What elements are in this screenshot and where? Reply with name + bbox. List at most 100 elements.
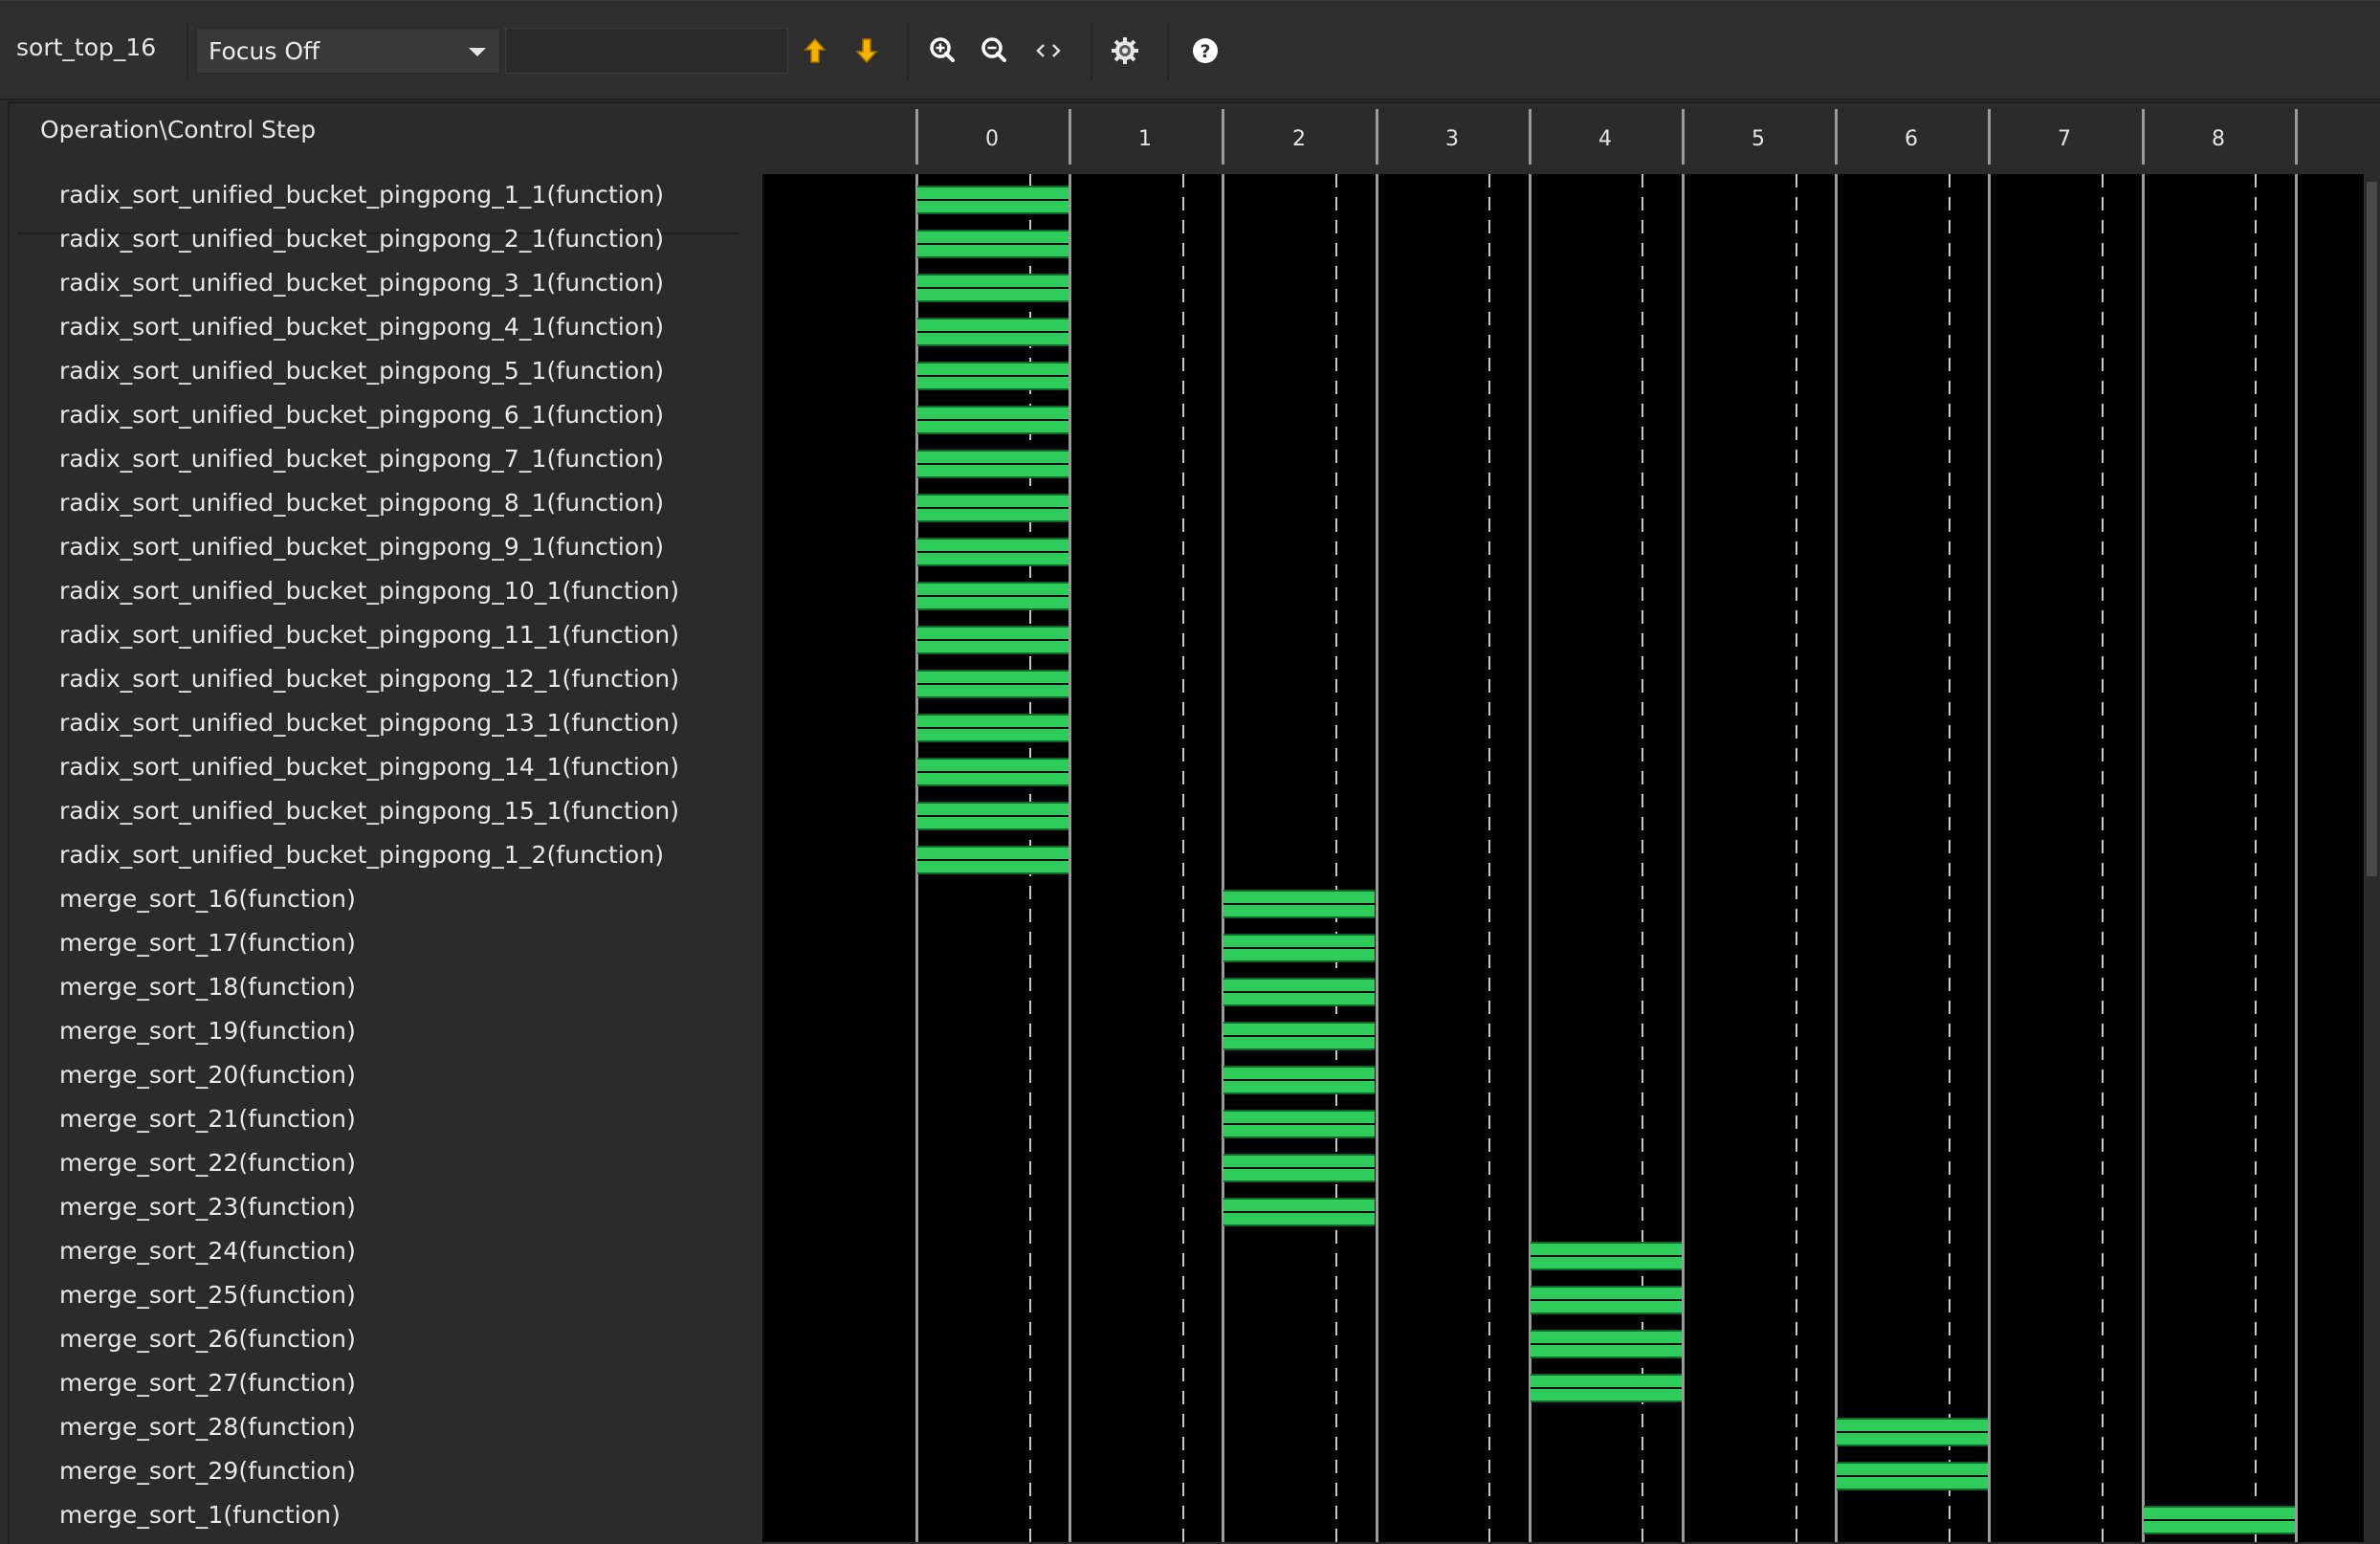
operation-row-label[interactable]: merge_sort_16(function) <box>59 885 356 913</box>
step-header-divider <box>1376 109 1378 165</box>
operation-bar[interactable] <box>1837 1418 1988 1446</box>
operation-row-label[interactable]: radix_sort_unified_bucket_pingpong_1_2(f… <box>59 841 664 869</box>
operation-row-label[interactable]: merge_sort_27(function) <box>59 1369 356 1397</box>
operation-row-label[interactable]: radix_sort_unified_bucket_pingpong_13_1(… <box>59 709 679 737</box>
step-header-divider <box>2142 109 2145 165</box>
operation-row-label[interactable]: radix_sort_unified_bucket_pingpong_2_1(f… <box>59 225 664 253</box>
operation-bar[interactable] <box>917 186 1069 214</box>
clock-edge-line <box>1182 174 1184 1542</box>
operation-row-label[interactable]: radix_sort_unified_bucket_pingpong_5_1(f… <box>59 357 664 385</box>
operation-bar[interactable] <box>917 450 1069 478</box>
operation-bar[interactable] <box>1531 1286 1682 1314</box>
toolbar: sort_top_16 Focus Off ? <box>0 0 2380 100</box>
operation-row-label[interactable]: merge_sort_21(function) <box>59 1105 356 1133</box>
operation-row-label[interactable]: radix_sort_unified_bucket_pingpong_8_1(f… <box>59 489 664 517</box>
zoom-in-icon <box>930 37 955 62</box>
operation-row-label[interactable]: radix_sort_unified_bucket_pingpong_12_1(… <box>59 665 679 693</box>
operation-bar[interactable] <box>1223 1022 1375 1050</box>
operation-row-label[interactable]: radix_sort_unified_bucket_pingpong_1_1(f… <box>59 181 664 209</box>
control-step-label: 4 <box>1598 127 1612 151</box>
operation-bar[interactable] <box>917 274 1069 302</box>
operation-bar[interactable] <box>1531 1330 1682 1358</box>
operation-row-label[interactable]: merge_sort_29(function) <box>59 1457 356 1485</box>
step-boundary-line <box>1376 174 1378 1542</box>
operation-row-label[interactable]: merge_sort_20(function) <box>59 1061 356 1089</box>
operation-bar[interactable] <box>917 846 1069 874</box>
step-header-divider <box>1069 109 1071 165</box>
help-icon: ? <box>1193 38 1218 63</box>
operation-bar[interactable] <box>917 758 1069 786</box>
down-arrow-button[interactable] <box>846 30 888 72</box>
operation-bar[interactable] <box>1223 890 1375 918</box>
operation-row-label[interactable]: merge_sort_19(function) <box>59 1017 356 1045</box>
zoom-in-button[interactable] <box>922 30 964 72</box>
operation-bar[interactable] <box>1531 1242 1682 1270</box>
operation-bar[interactable] <box>917 494 1069 522</box>
zoom-out-icon <box>981 37 1006 62</box>
operation-row-label[interactable]: merge_sort_18(function) <box>59 973 356 1001</box>
operation-row-label[interactable]: radix_sort_unified_bucket_pingpong_10_1(… <box>59 577 679 605</box>
toolbar-separator <box>1167 22 1169 79</box>
operation-bar[interactable] <box>917 318 1069 346</box>
up-arrow-icon <box>804 37 826 63</box>
operation-bar[interactable] <box>917 802 1069 830</box>
operation-bar[interactable] <box>1223 1110 1375 1138</box>
operation-row-label[interactable]: merge_sort_17(function) <box>59 929 356 957</box>
help-button[interactable]: ? <box>1184 30 1226 72</box>
search-input[interactable] <box>505 28 788 74</box>
toolbar-separator <box>187 22 188 79</box>
step-boundary-line <box>1069 174 1071 1542</box>
operation-row-label[interactable]: merge_sort_24(function) <box>59 1237 356 1265</box>
operation-bar[interactable] <box>917 538 1069 566</box>
clock-edge-line <box>2102 174 2104 1542</box>
step-boundary-line <box>2142 174 2145 1542</box>
clock-edge-line <box>2255 174 2257 1542</box>
operation-bar[interactable] <box>917 362 1069 390</box>
operation-bar[interactable] <box>917 406 1069 434</box>
clock-edge-line <box>1949 174 1950 1542</box>
operation-row-label[interactable]: radix_sort_unified_bucket_pingpong_4_1(f… <box>59 313 664 341</box>
focus-select-value: Focus Off <box>209 37 320 65</box>
operation-row-label[interactable]: radix_sort_unified_bucket_pingpong_9_1(f… <box>59 533 664 561</box>
operation-row-label[interactable]: radix_sort_unified_bucket_pingpong_11_1(… <box>59 621 679 649</box>
operation-bar[interactable] <box>917 230 1069 258</box>
scrollbar-thumb[interactable] <box>2367 182 2377 876</box>
control-step-label: 7 <box>2058 127 2071 151</box>
zoom-fit-button[interactable] <box>1027 30 1069 72</box>
control-step-label: 0 <box>985 127 999 151</box>
operation-column-header: Operation\Control Step <box>40 116 317 143</box>
operation-bar[interactable] <box>1837 1462 1988 1490</box>
operation-row-label[interactable]: radix_sort_unified_bucket_pingpong_6_1(f… <box>59 401 664 429</box>
operation-row-label[interactable]: radix_sort_unified_bucket_pingpong_14_1(… <box>59 753 679 781</box>
operation-bar[interactable] <box>2144 1506 2295 1534</box>
control-step-label: 1 <box>1138 127 1152 151</box>
up-arrow-button[interactable] <box>794 30 836 72</box>
zoom-out-button[interactable] <box>974 30 1016 72</box>
operation-bar[interactable] <box>917 626 1069 654</box>
operation-row-label[interactable]: radix_sort_unified_bucket_pingpong_15_1(… <box>59 797 679 825</box>
operation-row-label[interactable]: radix_sort_unified_bucket_pingpong_3_1(f… <box>59 269 664 297</box>
operation-row-label[interactable]: radix_sort_unified_bucket_pingpong_7_1(f… <box>59 445 664 473</box>
operation-bar[interactable] <box>1223 1066 1375 1094</box>
operation-bar[interactable] <box>917 670 1069 698</box>
operation-bar[interactable] <box>1223 1154 1375 1182</box>
operation-row-label[interactable]: merge_sort_22(function) <box>59 1149 356 1177</box>
operation-row-label[interactable]: merge_sort_26(function) <box>59 1325 356 1353</box>
operation-bar[interactable] <box>1531 1374 1682 1402</box>
operation-bar[interactable] <box>1223 978 1375 1006</box>
step-header-divider <box>1835 109 1838 165</box>
operation-bar[interactable] <box>1223 1198 1375 1226</box>
control-step-label: 2 <box>1292 127 1306 151</box>
operation-row-label[interactable]: merge_sort_1(function) <box>59 1501 341 1529</box>
operation-bar[interactable] <box>917 582 1069 610</box>
operation-bar[interactable] <box>917 714 1069 742</box>
toolbar-separator <box>907 22 909 79</box>
operation-row-label[interactable]: merge_sort_23(function) <box>59 1193 356 1221</box>
focus-select[interactable]: Focus Off <box>196 28 500 74</box>
operation-row-label[interactable]: merge_sort_28(function) <box>59 1413 356 1441</box>
step-header-divider <box>1529 109 1532 165</box>
operation-row-label[interactable]: merge_sort_25(function) <box>59 1281 356 1309</box>
control-step-label: 5 <box>1752 127 1765 151</box>
operation-bar[interactable] <box>1223 934 1375 962</box>
settings-button[interactable] <box>1104 30 1146 72</box>
